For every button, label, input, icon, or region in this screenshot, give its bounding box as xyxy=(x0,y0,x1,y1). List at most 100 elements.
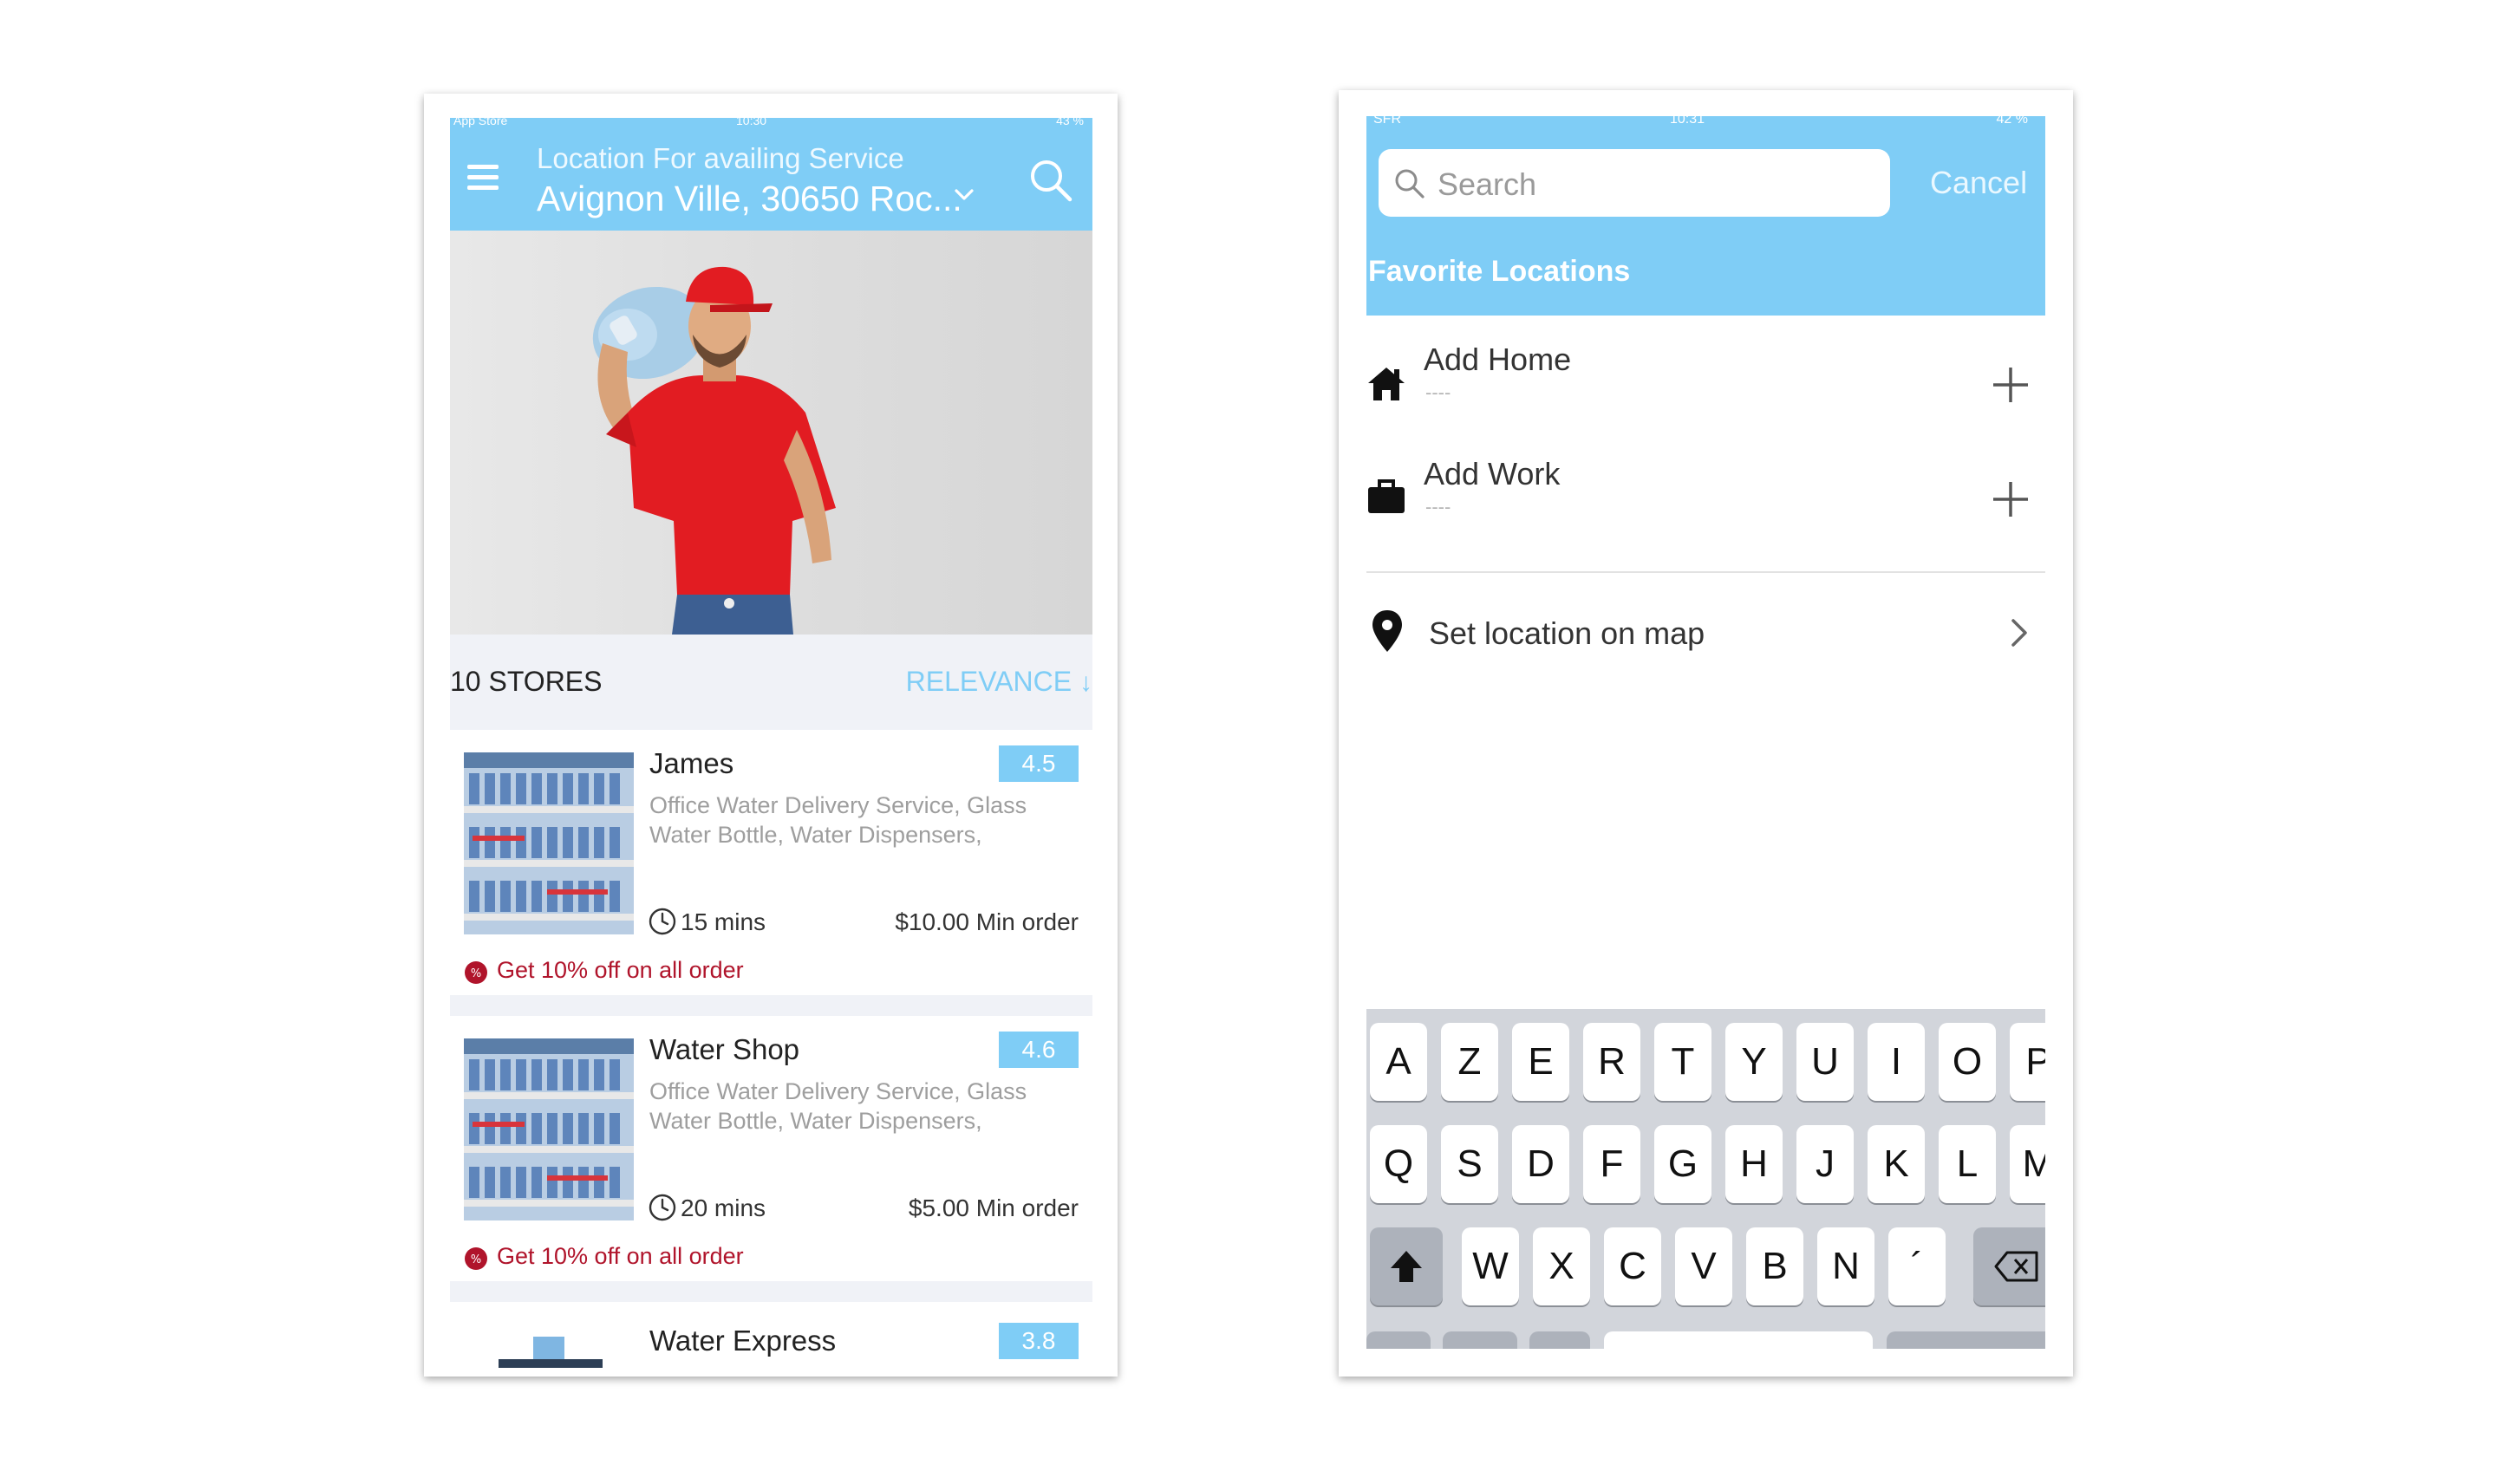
key[interactable]: Z xyxy=(1441,1023,1498,1101)
water-shelves-image xyxy=(464,752,634,934)
key[interactable]: R xyxy=(1583,1023,1640,1101)
discount-icon: % xyxy=(465,961,487,984)
search-key[interactable]: rechercher xyxy=(1887,1331,2045,1349)
globe-key[interactable] xyxy=(1443,1331,1517,1349)
location-search-screen: SFR 10:31 42 % Search Cancel Favorite Lo… xyxy=(1366,116,2045,1349)
key[interactable]: I xyxy=(1868,1023,1925,1101)
store-thumbnail xyxy=(464,752,634,934)
shift-key[interactable] xyxy=(1370,1227,1443,1305)
key[interactable]: S xyxy=(1441,1125,1498,1203)
key[interactable]: C xyxy=(1604,1227,1661,1305)
key[interactable]: G xyxy=(1654,1125,1711,1203)
clock-icon xyxy=(649,1194,676,1221)
key[interactable]: J xyxy=(1796,1125,1854,1203)
key[interactable]: K xyxy=(1868,1125,1925,1203)
menu-icon[interactable] xyxy=(467,165,499,191)
status-time: 10:31 xyxy=(1670,116,1705,127)
svg-text:%: % xyxy=(471,1253,481,1266)
offer-text: Get 10% off on all order xyxy=(497,1243,744,1269)
key[interactable]: P xyxy=(2010,1023,2045,1101)
key[interactable]: E xyxy=(1512,1023,1569,1101)
key[interactable]: B xyxy=(1746,1227,1803,1305)
key[interactable]: Y xyxy=(1725,1023,1783,1101)
search-icon[interactable] xyxy=(1027,156,1075,205)
chevron-right-icon xyxy=(2011,619,2027,647)
sort-relevance-button[interactable]: RELEVANCE ↓ xyxy=(906,666,1092,698)
status-bar: App Store 10:30 43 % xyxy=(450,118,1092,130)
store-list-phone: App Store 10:30 43 % Location For availi… xyxy=(424,94,1118,1377)
store-count: 10 STORES xyxy=(450,666,603,697)
status-carrier: SFR xyxy=(1373,116,1401,127)
home-icon xyxy=(1368,368,1405,400)
store-name: James xyxy=(649,747,734,779)
delivery-man-illustration xyxy=(592,266,836,635)
store-card[interactable]: James 4.5 Office Water Delivery Service,… xyxy=(450,730,1092,995)
status-carrier: App Store xyxy=(453,118,508,127)
key[interactable]: Q xyxy=(1370,1125,1427,1203)
search-input[interactable]: Search xyxy=(1379,149,1890,217)
shift-icon xyxy=(1391,1251,1422,1282)
microphone-key[interactable] xyxy=(1529,1331,1590,1349)
search-placeholder: Search xyxy=(1438,166,1537,202)
key[interactable]: T xyxy=(1654,1023,1711,1101)
rating-badge: 3.8 xyxy=(999,1323,1079,1359)
favorite-work-row[interactable]: Add Work ---- xyxy=(1366,447,2045,560)
briefcase-icon xyxy=(1368,479,1405,513)
key[interactable]: D xyxy=(1512,1125,1569,1203)
delivery-time: 15 mins xyxy=(681,908,766,935)
key[interactable]: O xyxy=(1939,1023,1996,1101)
favorite-label: Add Work xyxy=(1424,456,1561,491)
store-description: Office Water Delivery Service, Glass Wat… xyxy=(649,792,1027,848)
favorite-home-row[interactable]: Add Home ---- xyxy=(1366,333,2045,446)
water-shelves-image xyxy=(464,1328,634,1368)
numbers-key[interactable]: 123 xyxy=(1366,1331,1431,1349)
chevron-down-icon[interactable] xyxy=(951,182,977,208)
favorite-address: ---- xyxy=(1425,496,1451,517)
space-key[interactable]: espace xyxy=(1604,1331,1873,1349)
store-description: Office Water Delivery Service, Glass Wat… xyxy=(649,1078,1027,1134)
plus-icon[interactable] xyxy=(1990,478,2031,520)
key[interactable]: N xyxy=(1817,1227,1874,1305)
location-caption: Location For availing Service xyxy=(537,142,904,174)
store-card[interactable]: Water Shop 4.6 Office Water Delivery Ser… xyxy=(450,1016,1092,1281)
location-header: Location For availing Service Avignon Vi… xyxy=(450,130,1092,231)
set-location-on-map-row[interactable]: Set location on map xyxy=(1366,584,2045,680)
delivery-time: 20 mins xyxy=(681,1194,766,1221)
svg-text:%: % xyxy=(471,967,481,980)
key[interactable]: L xyxy=(1939,1125,1996,1203)
plus-icon[interactable] xyxy=(1990,364,2031,406)
key[interactable]: X xyxy=(1533,1227,1590,1305)
location-selector[interactable]: Avignon Ville, 30650 Roc... xyxy=(537,179,962,219)
status-bar: SFR 10:31 42 % xyxy=(1366,116,2045,130)
rating-badge: 4.5 xyxy=(999,745,1079,782)
backspace-icon xyxy=(1994,1251,2038,1282)
discount-icon: % xyxy=(465,1247,487,1270)
status-battery: 43 % xyxy=(1056,118,1084,127)
key[interactable]: A xyxy=(1370,1023,1427,1101)
status-battery: 42 % xyxy=(1996,116,2028,127)
store-thumbnail xyxy=(464,1328,634,1368)
key[interactable]: ´ xyxy=(1888,1227,1946,1305)
clock-icon xyxy=(649,908,676,935)
key[interactable]: U xyxy=(1796,1023,1854,1101)
min-order: $10.00 Min order xyxy=(895,908,1079,935)
key[interactable]: W xyxy=(1462,1227,1519,1305)
cancel-button[interactable]: Cancel xyxy=(1930,165,2027,201)
divider xyxy=(1366,571,2045,573)
key[interactable]: V xyxy=(1675,1227,1732,1305)
favorites-title: Favorite Locations xyxy=(1368,255,1631,288)
search-header: SFR 10:31 42 % Search Cancel Favorite Lo… xyxy=(1366,116,2045,316)
sort-label: RELEVANCE xyxy=(905,666,1072,697)
key[interactable]: F xyxy=(1583,1125,1640,1203)
key[interactable]: H xyxy=(1725,1125,1783,1203)
location-search-phone: SFR 10:31 42 % Search Cancel Favorite Lo… xyxy=(1339,90,2073,1377)
status-time: 10:30 xyxy=(736,118,767,127)
arrow-down-icon: ↓ xyxy=(1079,668,1092,697)
favorite-address: ---- xyxy=(1425,381,1451,403)
map-option-label: Set location on map xyxy=(1429,615,1705,651)
backspace-key[interactable] xyxy=(1973,1227,2045,1305)
store-name: Water Express xyxy=(649,1325,837,1357)
key[interactable]: M xyxy=(2010,1125,2045,1203)
keyboard: A Z E R T Y U I O P Q S D F G H J K L M xyxy=(1366,1009,2045,1349)
store-card[interactable]: Water Express 3.8 xyxy=(450,1302,1092,1368)
